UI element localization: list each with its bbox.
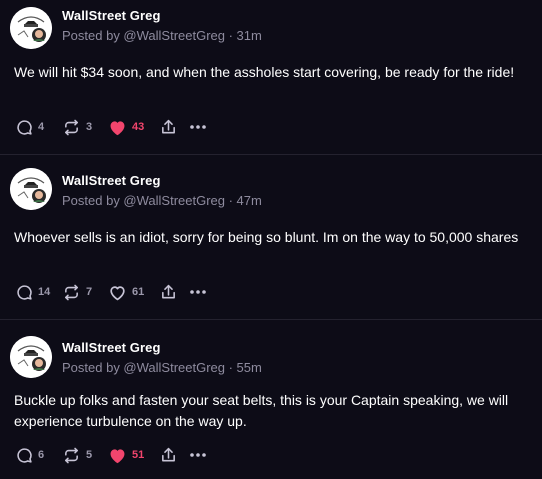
post-meta: Posted by @WallStreetGreg · 55m [62, 360, 262, 375]
more-icon [190, 452, 206, 458]
like-count: 43 [132, 121, 145, 133]
post-header: WallStreet Greg Posted by @WallStreetGre… [62, 8, 262, 44]
more-button[interactable] [190, 444, 212, 466]
share-button[interactable] [160, 444, 190, 466]
repost-button[interactable]: 7 [62, 281, 108, 303]
repost-icon [62, 284, 81, 301]
post-meta: Posted by @WallStreetGreg · 47m [62, 193, 262, 208]
like-count: 61 [132, 286, 145, 298]
like-button[interactable]: 43 [108, 116, 160, 138]
like-button[interactable]: 51 [108, 444, 160, 466]
repost-count: 5 [86, 449, 93, 461]
repost-count: 3 [86, 121, 93, 133]
repost-count: 7 [86, 286, 93, 298]
post-header: WallStreet Greg Posted by @WallStreetGre… [62, 340, 262, 376]
post-actions: 14 7 61 [16, 281, 212, 303]
heart-icon [108, 284, 127, 301]
comment-icon [16, 119, 33, 136]
comment-icon [16, 447, 33, 464]
post-meta: Posted by @WallStreetGreg · 31m [62, 28, 262, 43]
more-button[interactable] [190, 281, 212, 303]
author-name[interactable]: WallStreet Greg [62, 340, 262, 356]
share-icon [160, 118, 177, 136]
post[interactable]: WallStreet Greg Posted by @WallStreetGre… [0, 0, 542, 155]
heart-icon [108, 447, 127, 464]
more-icon [190, 289, 206, 295]
repost-icon [62, 119, 81, 136]
like-count: 51 [132, 449, 145, 461]
more-icon [190, 124, 206, 130]
share-button[interactable] [160, 281, 190, 303]
repost-icon [62, 447, 81, 464]
post[interactable]: WallStreet Greg Posted by @WallStreetGre… [0, 320, 542, 479]
like-button[interactable]: 61 [108, 281, 160, 303]
repost-button[interactable]: 3 [62, 116, 108, 138]
reply-count: 4 [38, 121, 45, 133]
post-header: WallStreet Greg Posted by @WallStreetGre… [62, 173, 262, 209]
avatar[interactable] [10, 168, 52, 210]
author-name[interactable]: WallStreet Greg [62, 173, 262, 189]
reply-button[interactable]: 4 [16, 116, 62, 138]
share-button[interactable] [160, 116, 190, 138]
avatar[interactable] [10, 7, 52, 49]
post-text: Whoever sells is an idiot, sorry for bei… [14, 229, 519, 245]
share-icon [160, 283, 177, 301]
post-text: Buckle up folks and fasten your seat bel… [14, 392, 509, 429]
post-actions: 6 5 51 [16, 444, 212, 466]
comment-icon [16, 284, 33, 301]
reply-count: 14 [38, 286, 51, 298]
post-text: We will hit $34 soon, and when the assho… [14, 64, 515, 80]
reply-button[interactable]: 6 [16, 444, 62, 466]
post-actions: 4 3 43 [16, 116, 212, 138]
reply-count: 6 [38, 449, 45, 461]
reply-button[interactable]: 14 [16, 281, 62, 303]
post-feed: WallStreet Greg Posted by @WallStreetGre… [0, 0, 542, 479]
author-name[interactable]: WallStreet Greg [62, 8, 262, 24]
heart-icon [108, 119, 127, 136]
post[interactable]: WallStreet Greg Posted by @WallStreetGre… [0, 155, 542, 320]
avatar[interactable] [10, 336, 52, 378]
more-button[interactable] [190, 116, 212, 138]
share-icon [160, 446, 177, 464]
repost-button[interactable]: 5 [62, 444, 108, 466]
